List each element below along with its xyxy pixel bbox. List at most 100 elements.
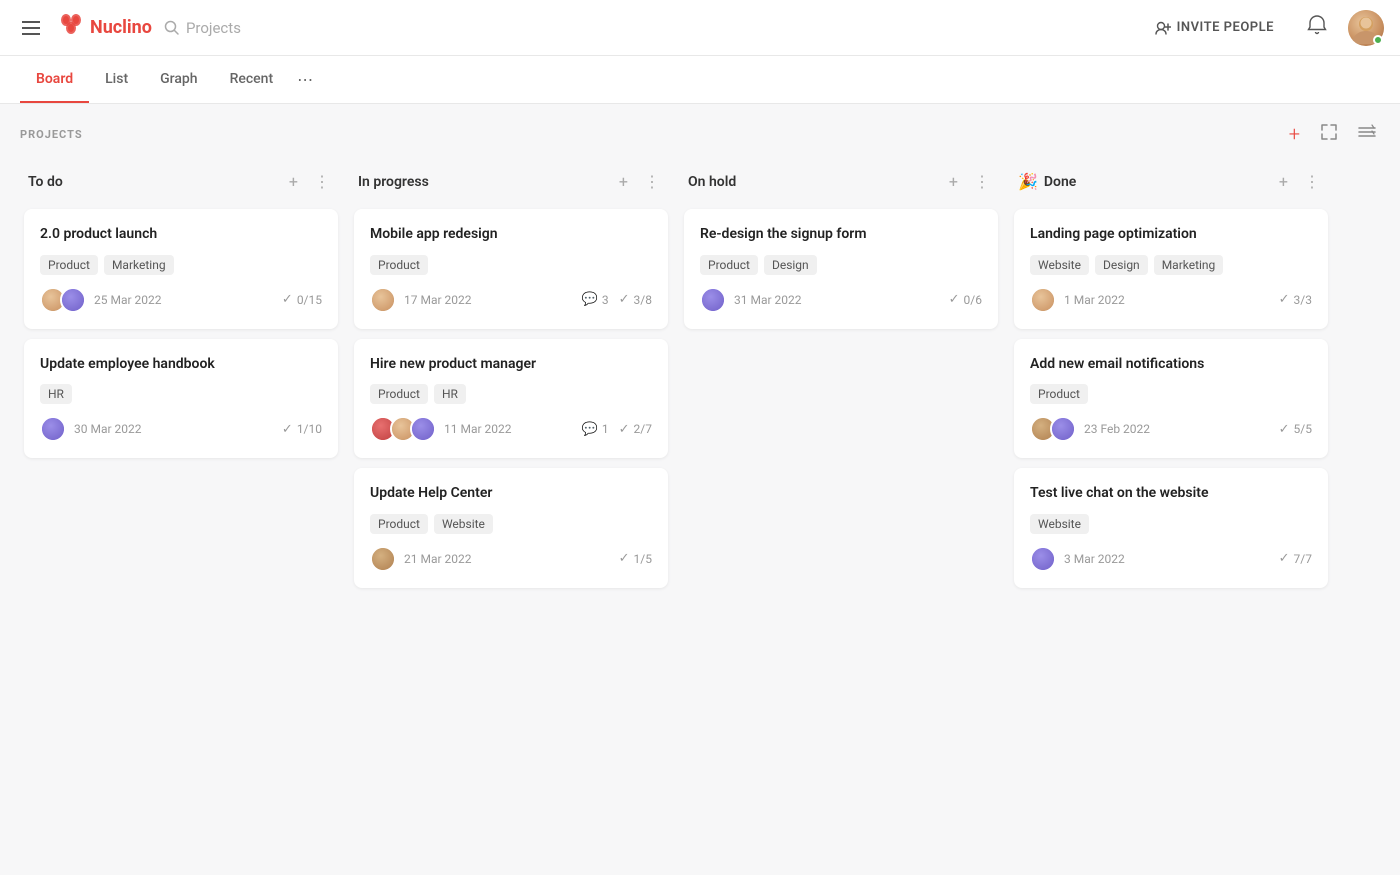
online-indicator xyxy=(1373,35,1383,45)
check-stat: ✓ 1/5 xyxy=(619,551,652,566)
avatar xyxy=(370,287,396,313)
user-avatar[interactable] xyxy=(1348,10,1384,46)
card-signup-form[interactable]: Re-design the signup form Product Design… xyxy=(684,209,998,329)
card-stats: ✓ 7/7 xyxy=(1279,551,1312,566)
card-title: Hire new product manager xyxy=(370,355,652,375)
tag: Product xyxy=(370,255,428,275)
menu-button[interactable] xyxy=(16,15,46,41)
header-actions: + xyxy=(1285,118,1380,150)
card-footer: 30 Mar 2022 ✓ 1/10 xyxy=(40,416,322,442)
tag: Website xyxy=(1030,514,1089,534)
card-avatars xyxy=(40,287,86,313)
collapse-button[interactable] xyxy=(1354,119,1380,150)
card-tags: Product xyxy=(370,255,652,275)
card-tags: Product Marketing xyxy=(40,255,322,275)
tag: Product xyxy=(370,514,428,534)
avatar xyxy=(60,287,86,313)
check-count: 3/8 xyxy=(634,293,652,307)
tab-recent[interactable]: Recent xyxy=(214,57,290,103)
card-footer: 21 Mar 2022 ✓ 1/5 xyxy=(370,546,652,572)
card-meta: 3 Mar 2022 xyxy=(1030,546,1125,572)
card-avatars xyxy=(370,546,396,572)
avatar xyxy=(1030,287,1056,313)
tab-list[interactable]: List xyxy=(89,57,144,103)
tag: Product xyxy=(1030,384,1088,404)
check-stat: ✓ 7/7 xyxy=(1279,551,1312,566)
card-stats: ✓ 1/10 xyxy=(282,422,322,437)
tabs-bar: Board List Graph Recent ⋯ xyxy=(0,56,1400,104)
card-meta: 25 Mar 2022 xyxy=(40,287,162,313)
avatar xyxy=(1050,416,1076,442)
tag: Design xyxy=(1095,255,1148,275)
tabs-more-button[interactable]: ⋯ xyxy=(289,56,321,103)
tag: Product xyxy=(40,255,98,275)
expand-button[interactable] xyxy=(1316,119,1342,150)
col-menu-todo[interactable]: ⋮ xyxy=(310,170,334,193)
column-actions-done: + ⋮ xyxy=(1275,170,1324,193)
card-stats: ✓ 5/5 xyxy=(1279,422,1312,437)
card-avatars xyxy=(1030,416,1076,442)
column-todo: To do + ⋮ 2.0 product launch Product Mar… xyxy=(16,162,346,468)
col-add-done[interactable]: + xyxy=(1275,170,1292,193)
tag: Marketing xyxy=(1154,255,1224,275)
column-actions-onhold: + ⋮ xyxy=(945,170,994,193)
card-avatars xyxy=(370,416,436,442)
col-add-inprogress[interactable]: + xyxy=(615,170,632,193)
tag: Product xyxy=(370,384,428,404)
board-area: PROJECTS + To do + ⋮ xyxy=(0,104,1400,869)
card-meta: 30 Mar 2022 xyxy=(40,416,142,442)
card-date: 1 Mar 2022 xyxy=(1064,293,1125,307)
col-menu-inprogress[interactable]: ⋮ xyxy=(640,170,664,193)
card-update-help[interactable]: Update Help Center Product Website 21 Ma… xyxy=(354,468,668,588)
card-hire-pm[interactable]: Hire new product manager Product HR 11 M… xyxy=(354,339,668,459)
nav-left: Nuclino Projects xyxy=(16,12,1143,44)
card-date: 17 Mar 2022 xyxy=(404,293,472,307)
tag: Website xyxy=(1030,255,1089,275)
card-title: Mobile app redesign xyxy=(370,225,652,245)
card-landing-page[interactable]: Landing page optimization Website Design… xyxy=(1014,209,1328,329)
section-label: PROJECTS xyxy=(20,128,83,141)
avatar xyxy=(370,546,396,572)
card-avatars xyxy=(1030,546,1056,572)
check-stat: ✓ 3/8 xyxy=(619,292,652,307)
card-title: Update employee handbook xyxy=(40,355,322,375)
col-menu-done[interactable]: ⋮ xyxy=(1300,170,1324,193)
top-nav: Nuclino Projects INVITE PEOPLE xyxy=(0,0,1400,56)
notifications-button[interactable] xyxy=(1306,14,1328,41)
check-stat: ✓ 5/5 xyxy=(1279,422,1312,437)
tab-board[interactable]: Board xyxy=(20,57,89,103)
tag: Design xyxy=(764,255,817,275)
comment-stat: 💬 1 xyxy=(582,422,609,437)
invite-button[interactable]: INVITE PEOPLE xyxy=(1143,14,1286,42)
check-icon: ✓ xyxy=(619,292,630,307)
card-date: 25 Mar 2022 xyxy=(94,293,162,307)
card-title: Landing page optimization xyxy=(1030,225,1312,245)
card-product-launch[interactable]: 2.0 product launch Product Marketing 25 … xyxy=(24,209,338,329)
invite-label: INVITE PEOPLE xyxy=(1177,20,1274,35)
check-icon: ✓ xyxy=(949,292,960,307)
check-stat: ✓ 1/10 xyxy=(282,422,322,437)
card-mobile-app[interactable]: Mobile app redesign Product 17 Mar 2022 … xyxy=(354,209,668,329)
logo[interactable]: Nuclino xyxy=(58,12,152,44)
card-date: 31 Mar 2022 xyxy=(734,293,802,307)
card-employee-handbook[interactable]: Update employee handbook HR 30 Mar 2022 … xyxy=(24,339,338,459)
card-live-chat[interactable]: Test live chat on the website Website 3 … xyxy=(1014,468,1328,588)
check-count: 1/10 xyxy=(297,422,322,436)
card-footer: 17 Mar 2022 💬 3 ✓ 3/8 xyxy=(370,287,652,313)
add-column-button[interactable]: + xyxy=(1285,118,1304,150)
search-area[interactable]: Projects xyxy=(164,19,241,37)
tag: HR xyxy=(40,384,72,404)
col-add-onhold[interactable]: + xyxy=(945,170,962,193)
tab-graph[interactable]: Graph xyxy=(144,57,213,103)
card-date: 3 Mar 2022 xyxy=(1064,552,1125,566)
card-stats: ✓ 3/3 xyxy=(1279,292,1312,307)
col-add-todo[interactable]: + xyxy=(285,170,302,193)
card-avatars xyxy=(1030,287,1056,313)
card-stats: ✓ 0/6 xyxy=(949,292,982,307)
card-tags: Product Website xyxy=(370,514,652,534)
col-menu-onhold[interactable]: ⋮ xyxy=(970,170,994,193)
card-title: Update Help Center xyxy=(370,484,652,504)
card-email-notifications[interactable]: Add new email notifications Product 23 F… xyxy=(1014,339,1328,459)
card-date: 11 Mar 2022 xyxy=(444,422,512,436)
card-meta: 1 Mar 2022 xyxy=(1030,287,1125,313)
